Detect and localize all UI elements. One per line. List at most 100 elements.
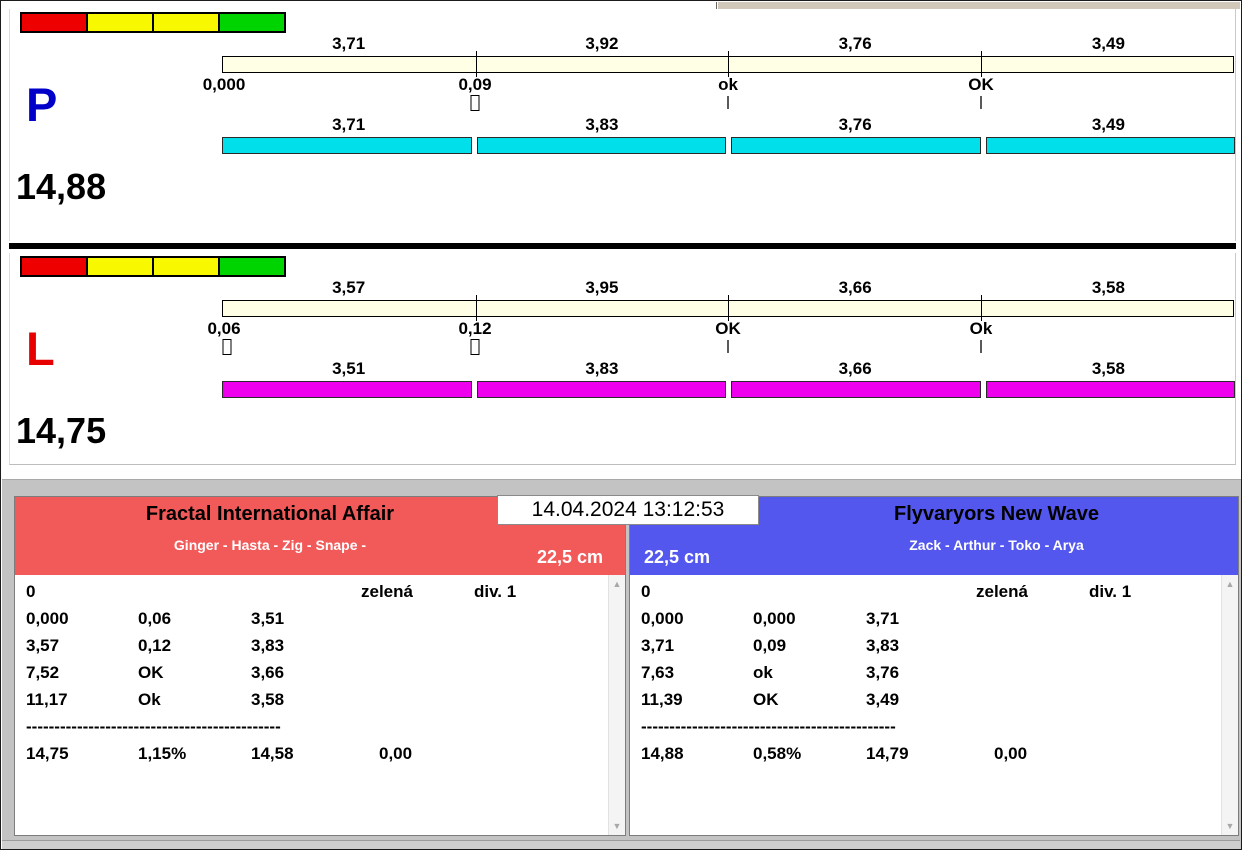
cell: 3,57	[26, 636, 59, 656]
scroll-up-icon[interactable]: ▲	[609, 579, 625, 589]
total-time: 14,75	[26, 744, 69, 764]
traffic-light-segment-green	[220, 14, 284, 31]
window-top-strip	[2, 2, 717, 9]
lane-total-time: 14,88	[16, 169, 106, 205]
cell: 0,000	[753, 609, 796, 629]
scroll-down-icon[interactable]: ▼	[1222, 821, 1238, 831]
lane-progress-bars	[222, 137, 1235, 154]
cell: 3,66	[251, 663, 284, 683]
split-time: 3,51	[222, 359, 475, 378]
lane-bar-segment	[222, 137, 472, 154]
total-penalty: 0,00	[379, 744, 412, 764]
total-penalty: 0,00	[994, 744, 1027, 764]
lane-bar-segment	[986, 381, 1236, 398]
traffic-light-segment-yellow1	[88, 14, 154, 31]
scale-tick	[728, 51, 729, 77]
split-time: 3,76	[729, 115, 982, 134]
lane-p: 3,71 3,92 3,76 3,49 0,000 0,09 ok OK 3,7…	[9, 9, 1236, 241]
team-dogs: Ginger - Hasta - Zig - Snape -	[15, 537, 525, 553]
cell: 3,58	[251, 690, 284, 710]
team-name: Fractal International Affair	[15, 497, 525, 526]
scrollbar[interactable]: ▲ ▼	[608, 575, 625, 835]
scale-tick	[981, 51, 982, 77]
total-adjusted: 14,79	[866, 744, 909, 764]
change-marker-box	[223, 339, 232, 355]
cell: ----------------------------------------…	[26, 717, 281, 737]
scrollbar[interactable]: ▲ ▼	[1221, 575, 1238, 835]
split-time: 3,58	[982, 278, 1235, 297]
lane-bar-segment	[731, 381, 981, 398]
totals-row: 14,88 0,58% 14,79 0,00	[630, 744, 1238, 771]
cell: zelená	[361, 582, 413, 602]
split-tick-mark	[980, 340, 982, 353]
table-row: 3,71 0,09 3,83	[630, 636, 1238, 663]
cell: 3,71	[641, 636, 674, 656]
lane-bar-segment	[731, 137, 981, 154]
lower-split-times: 3,51 3,83 3,66 3,58	[222, 359, 1235, 378]
split-time: 3,71	[222, 115, 475, 134]
cell: 0,09	[753, 636, 786, 656]
table-row: 7,63 ok 3,76	[630, 663, 1238, 690]
total-percent: 1,15%	[138, 744, 186, 764]
team-panel-left: Fractal International Affair Ginger - Ha…	[14, 496, 626, 836]
change-marker-box	[471, 95, 480, 111]
cell: 3,83	[866, 636, 899, 656]
table-row: 0 zelená div. 1	[630, 582, 1238, 609]
cell: 0	[641, 582, 650, 602]
split-tick-mark	[727, 96, 729, 109]
cell: 0,12	[138, 636, 171, 656]
team-panel-right: Flyvaryors New Wave Zack - Arthur - Toko…	[629, 496, 1239, 836]
split-time: 3,71	[222, 34, 475, 53]
cell: 3,83	[251, 636, 284, 656]
scale-tick	[728, 295, 729, 321]
status-strip	[2, 840, 1240, 850]
marker-label: Ok	[970, 319, 993, 339]
divider-row: ----------------------------------------…	[15, 717, 625, 744]
marker-label: OK	[968, 75, 994, 95]
cell: OK	[138, 663, 164, 683]
cell: 0	[26, 582, 35, 602]
split-time: 3,58	[982, 359, 1235, 378]
scale-bar	[222, 300, 1234, 317]
cell: ok	[753, 663, 773, 683]
split-time: 3,76	[729, 34, 982, 53]
marker-label: OK	[715, 319, 741, 339]
cell: OK	[753, 690, 779, 710]
traffic-light-bar	[20, 256, 286, 277]
marker-label: 0,000	[203, 75, 246, 95]
scroll-down-icon[interactable]: ▼	[609, 821, 625, 831]
marker-label: 0,09	[458, 75, 491, 95]
team-dogs: Zack - Arthur - Toko - Arya	[755, 537, 1238, 553]
marker-label: 0,12	[458, 319, 491, 339]
split-tick-mark	[727, 340, 729, 353]
totals-row: 14,75 1,15% 14,58 0,00	[15, 744, 625, 771]
split-time: 3,66	[729, 359, 982, 378]
teams-area: Fractal International Affair Ginger - Ha…	[2, 479, 1242, 850]
marker-glyphs	[222, 95, 1234, 113]
scale-bar	[222, 56, 1234, 73]
jump-height: 22,5 cm	[537, 547, 603, 568]
split-tick-mark	[980, 96, 982, 109]
split-time: 3,92	[475, 34, 728, 53]
traffic-light-segment-yellow2	[154, 258, 220, 275]
table-row: 0 zelená div. 1	[15, 582, 625, 609]
lane-bar-segment	[477, 137, 727, 154]
cell: 3,49	[866, 690, 899, 710]
table-row: 11,17 Ok 3,58	[15, 690, 625, 717]
cell: 0,000	[641, 609, 684, 629]
lane-letter: P	[26, 81, 57, 128]
change-marker-box	[471, 339, 480, 355]
traffic-light-segment-yellow2	[154, 14, 220, 31]
lane-total-time: 14,75	[16, 413, 106, 449]
table-row: 11,39 OK 3,49	[630, 690, 1238, 717]
table-row: 0,000 0,06 3,51	[15, 609, 625, 636]
scale-tick	[476, 51, 477, 77]
lane-letter: L	[26, 325, 55, 372]
results-sheet: 0 zelená div. 1 0,000 0,06 3,51 3,57 0,1…	[15, 575, 625, 835]
marker-glyphs	[222, 339, 1234, 357]
team-name: Flyvaryors New Wave	[755, 497, 1238, 526]
section-divider	[9, 243, 1236, 249]
table-row: 3,57 0,12 3,83	[15, 636, 625, 663]
lower-split-times: 3,71 3,83 3,76 3,49	[222, 115, 1235, 134]
scroll-up-icon[interactable]: ▲	[1222, 579, 1238, 589]
